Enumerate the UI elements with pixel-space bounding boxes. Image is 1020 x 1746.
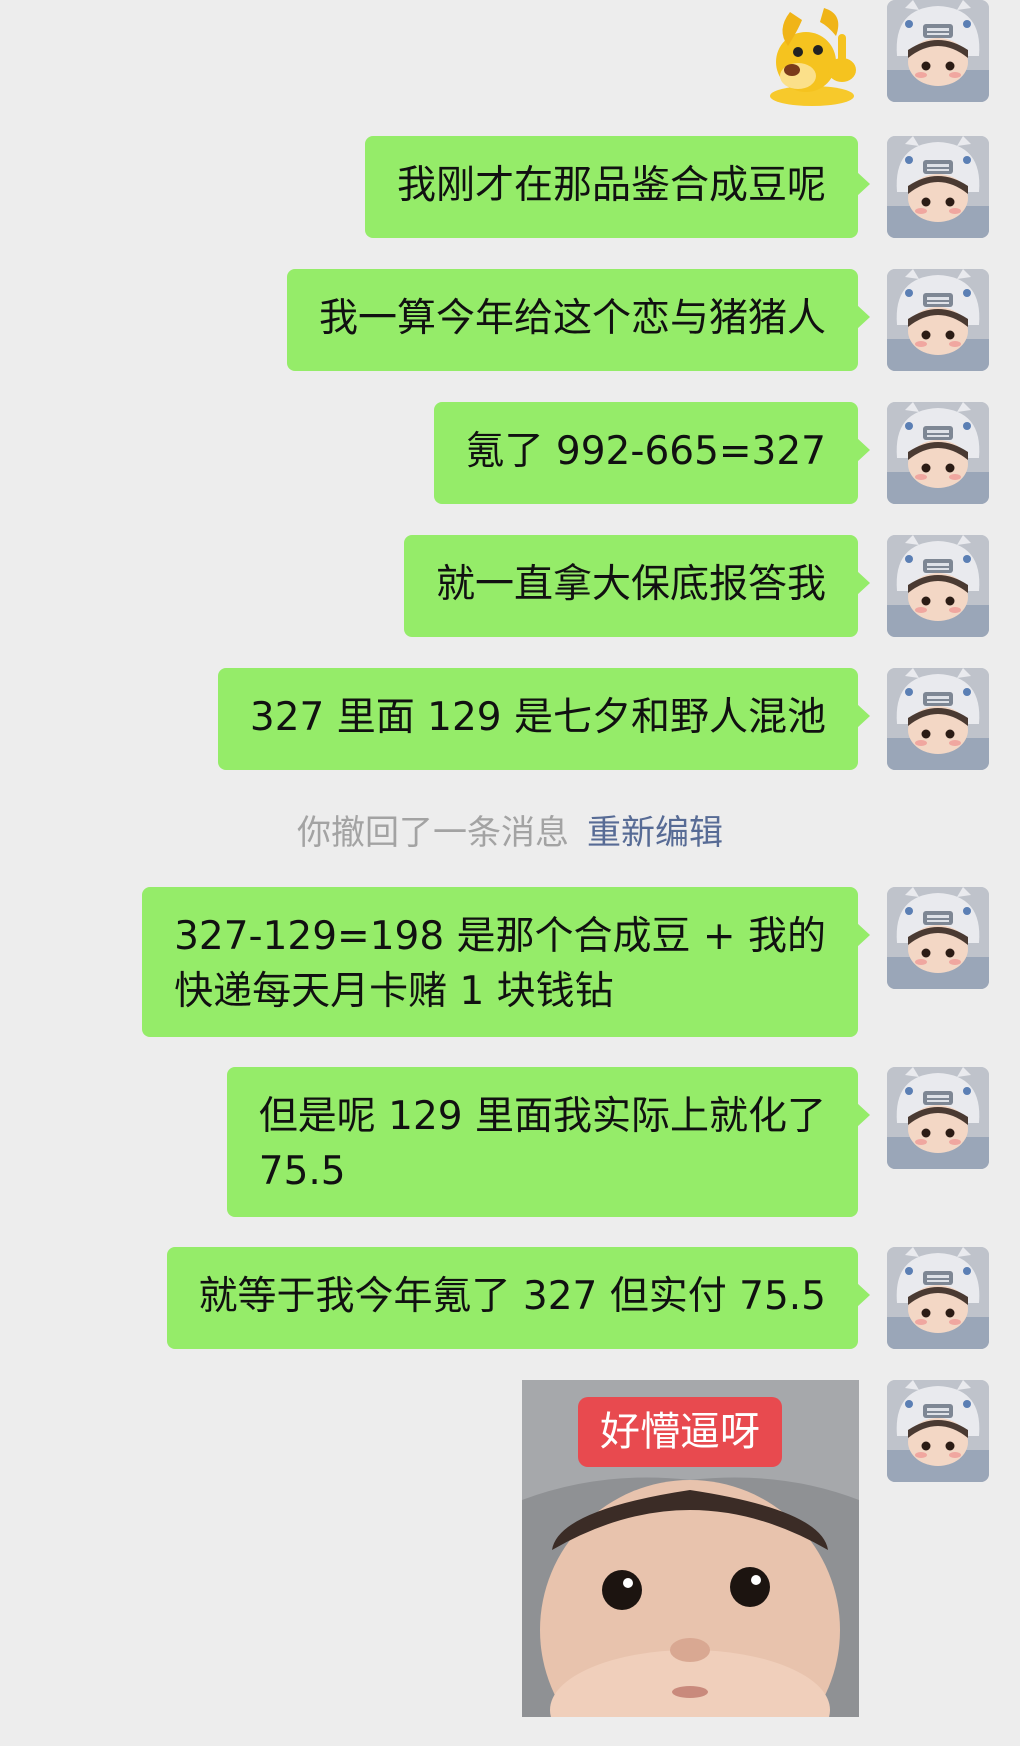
message-line: 327-129=198 是那个合成豆 + 我的	[174, 914, 826, 959]
message-bubble[interactable]: 327 里面 129 是七夕和野人混池	[217, 668, 871, 770]
message-bubble[interactable]: 327-129=198 是那个合成豆 + 我的 快递每天月卡赌 1 块钱钻	[142, 887, 870, 1037]
yellow-dog-sticker-icon[interactable]	[762, 0, 862, 106]
avatar[interactable]	[887, 887, 989, 989]
avatar[interactable]	[887, 269, 989, 371]
avatar[interactable]	[887, 0, 989, 102]
message-bubble[interactable]: 就等于我今年氪了 327 但实付 75.5	[166, 1247, 871, 1349]
message-bubble[interactable]: 氪了 992-665=327	[433, 402, 871, 504]
avatar[interactable]	[887, 1380, 989, 1482]
message-line: 但是呢 129 里面我实际上就化了	[258, 1094, 826, 1139]
message-bubble[interactable]: 我一算今年给这个恋与猪猪人	[286, 269, 871, 371]
avatar[interactable]	[887, 402, 989, 504]
message-bubble[interactable]: 就一直拿大保底报答我	[403, 535, 871, 637]
message-line: 75.5	[258, 1149, 346, 1194]
avatar[interactable]	[887, 136, 989, 238]
message-bubble[interactable]: 但是呢 129 里面我实际上就化了 75.5	[226, 1067, 871, 1217]
message-line: 快递每天月卡赌 1 块钱钻	[174, 969, 614, 1014]
avatar[interactable]	[887, 1067, 989, 1169]
avatar[interactable]	[887, 668, 989, 770]
message-bubble[interactable]: 我刚才在那品鉴合成豆呢	[364, 136, 871, 238]
recall-notice: 你撤回了一条消息 重新编辑	[0, 805, 1020, 854]
avatar[interactable]	[887, 1247, 989, 1349]
sticker-caption: 好懵逼呀	[578, 1397, 782, 1467]
re-edit-link[interactable]: 重新编辑	[587, 813, 723, 853]
recall-notice-text: 你撤回了一条消息	[297, 813, 569, 853]
avatar[interactable]	[887, 535, 989, 637]
